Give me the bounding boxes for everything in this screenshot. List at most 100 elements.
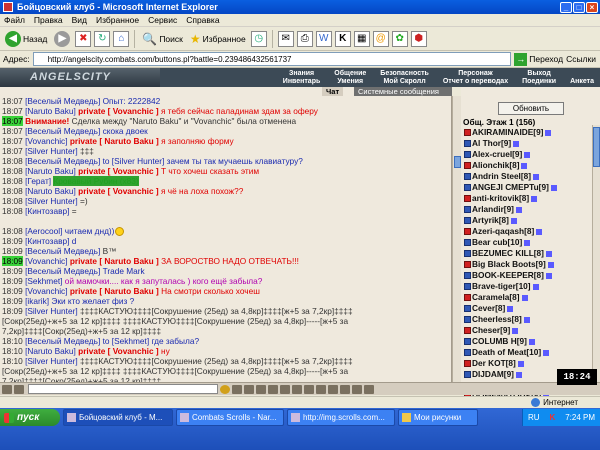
user-list-item[interactable]: Cheser[9] bbox=[464, 325, 590, 336]
info-icon[interactable] bbox=[543, 349, 550, 356]
user-name[interactable]: DIJDAM[9] bbox=[472, 369, 514, 380]
messenger-icon[interactable]: K bbox=[334, 30, 351, 47]
chat-sender[interactable]: [Silver Hunter] bbox=[25, 356, 78, 366]
info-icon[interactable] bbox=[524, 239, 531, 246]
nav-communication[interactable]: Общение bbox=[334, 70, 366, 78]
chat-sender[interactable]: [Naruto Baku] bbox=[25, 186, 76, 196]
user-list-item[interactable]: Bear cub[10] bbox=[464, 237, 590, 248]
info-icon[interactable] bbox=[550, 184, 557, 191]
info-icon[interactable] bbox=[545, 129, 552, 136]
user-name[interactable]: Cever[8] bbox=[472, 303, 505, 314]
chat-sender[interactable]: [Герат] bbox=[25, 176, 51, 186]
info-icon[interactable] bbox=[515, 206, 522, 213]
chat-private-tag[interactable]: private [ Vovanchic ] bbox=[78, 186, 159, 196]
user-list-item[interactable]: BOOK-KEEPER[8] bbox=[464, 270, 590, 281]
start-button[interactable]: пуск bbox=[0, 409, 60, 426]
chat-private-tag[interactable]: private [ Naruto Baku ] bbox=[70, 256, 159, 266]
chat-tool-icon[interactable] bbox=[244, 384, 254, 394]
links-label[interactable]: Ссылки bbox=[566, 54, 596, 64]
edit-icon[interactable]: W bbox=[315, 30, 332, 47]
chat-sender[interactable]: [Vovanchic] bbox=[25, 286, 67, 296]
task-img-scrolls[interactable]: http://img.scrolls.com... bbox=[287, 409, 395, 426]
user-name[interactable]: anti-kritovik[8] bbox=[472, 193, 529, 204]
user-name[interactable]: Brave-tiger[10] bbox=[472, 281, 531, 292]
nav-battles[interactable]: Поединки bbox=[522, 78, 556, 86]
language-indicator[interactable]: RU bbox=[528, 413, 540, 422]
chat-tool-icon[interactable] bbox=[340, 384, 350, 394]
user-list-item[interactable]: Big Black Boots[9] bbox=[464, 259, 590, 270]
user-list-item[interactable]: anti-kritovik[8] bbox=[464, 193, 590, 204]
task-combats-scrolls[interactable]: Combats Scrolls - Nar... bbox=[176, 409, 284, 426]
custom3-icon[interactable]: ⬢ bbox=[410, 30, 427, 47]
chat-sender[interactable]: [Веселый Медведь] bbox=[25, 246, 100, 256]
user-name[interactable]: ANGEJI CMEPTu[9] bbox=[472, 182, 549, 193]
chat-sender[interactable]: [Vovanchic] bbox=[25, 136, 67, 146]
chat-sender[interactable]: [Веселый Медведь] bbox=[25, 126, 100, 136]
user-list-item[interactable]: Arlandir[9] bbox=[464, 204, 590, 215]
chat-sender[interactable]: [Кинтозавр] bbox=[25, 236, 69, 246]
chat-sender[interactable]: [Vovanchic] bbox=[25, 256, 67, 266]
menu-file[interactable]: Файл bbox=[4, 15, 25, 25]
chat-sender[interactable]: [Кинтозавр] bbox=[25, 206, 69, 216]
favorites-button[interactable]: ★ Избранное bbox=[188, 29, 248, 49]
chat-sender[interactable]: [Silver Hunter] bbox=[25, 146, 78, 156]
chat-tool-icon[interactable] bbox=[232, 384, 242, 394]
user-list-item[interactable]: Caramela[8] bbox=[464, 292, 590, 303]
info-icon[interactable] bbox=[547, 261, 554, 268]
chat-private-tag[interactable]: private [ Naruto Baku ] bbox=[70, 286, 159, 296]
chat-tool-icon[interactable] bbox=[316, 384, 326, 394]
chat-sender[interactable]: [Aerocool] bbox=[25, 226, 62, 236]
smiley-icon[interactable] bbox=[220, 384, 230, 394]
menu-edit[interactable]: Правка bbox=[34, 15, 63, 25]
user-name[interactable]: Death of Meat[10] bbox=[472, 347, 541, 358]
info-icon[interactable] bbox=[507, 305, 514, 312]
custom2-icon[interactable]: ✿ bbox=[391, 30, 408, 47]
user-list-item[interactable]: Azeri-qaqash[8] bbox=[464, 226, 590, 237]
chat-sender[interactable]: [Silver Hunter] bbox=[25, 196, 78, 206]
info-icon[interactable] bbox=[513, 140, 520, 147]
menu-tools[interactable]: Сервис bbox=[148, 15, 177, 25]
chat-tool-icon[interactable] bbox=[14, 384, 24, 394]
user-name[interactable]: Artyrik[8] bbox=[472, 215, 509, 226]
chat-tool-icon[interactable] bbox=[268, 384, 278, 394]
minimize-button[interactable]: _ bbox=[560, 1, 572, 13]
user-name[interactable]: AKIRAMINAIDE[9] bbox=[472, 127, 543, 138]
user-list-item[interactable]: Artyrik[8] bbox=[464, 215, 590, 226]
nav-security[interactable]: Безопасность bbox=[380, 70, 429, 78]
history-icon[interactable]: ◷ bbox=[250, 30, 267, 47]
custom-icon[interactable]: @ bbox=[372, 30, 389, 47]
user-name[interactable]: Azeri-qaqash[8] bbox=[472, 226, 534, 237]
user-list-item[interactable]: ANGEJI CMEPTu[9] bbox=[464, 182, 590, 193]
chat-sender[interactable]: [Silver Hunter] bbox=[25, 306, 78, 316]
user-list-item[interactable]: AKIRAMINAIDE[9] bbox=[464, 127, 590, 138]
user-name[interactable]: BOOK-KEEPER[8] bbox=[472, 270, 544, 281]
search-button[interactable]: 🔍 Поиск bbox=[140, 29, 185, 49]
info-icon[interactable] bbox=[521, 294, 528, 301]
user-name[interactable]: Caramela[8] bbox=[472, 292, 520, 303]
user-name[interactable]: Der KOT[8] bbox=[472, 358, 516, 369]
chat-tool-icon[interactable] bbox=[2, 384, 12, 394]
home-icon[interactable]: ⌂ bbox=[113, 30, 130, 47]
nav-exit[interactable]: Выход bbox=[522, 70, 556, 78]
chat-tool-icon[interactable] bbox=[256, 384, 266, 394]
user-list-item[interactable]: Der KOT[8] bbox=[464, 358, 590, 369]
info-icon[interactable] bbox=[523, 316, 530, 323]
chat-sender[interactable]: [Naruto Baku] bbox=[25, 106, 76, 116]
info-icon[interactable] bbox=[517, 360, 524, 367]
user-list-item[interactable]: Brave-tiger[10] bbox=[464, 281, 590, 292]
info-icon[interactable] bbox=[531, 195, 538, 202]
info-icon[interactable] bbox=[533, 173, 540, 180]
nav-knowledge[interactable]: Знания bbox=[283, 70, 321, 78]
user-list-item[interactable]: BEZUMEC KILL[8] bbox=[464, 248, 590, 259]
mail-icon[interactable]: ✉ bbox=[277, 30, 294, 47]
user-name[interactable]: Cheser[9] bbox=[472, 325, 510, 336]
chat-scrollbar[interactable] bbox=[452, 96, 461, 382]
user-list-item[interactable]: Andrin Steel[8] bbox=[464, 171, 590, 182]
chat-private-tag[interactable]: private [ Vovanchic ] bbox=[78, 106, 159, 116]
info-icon[interactable] bbox=[532, 283, 539, 290]
user-list-item[interactable]: Alex-cruel[9] bbox=[464, 149, 590, 160]
user-name[interactable]: Andrin Steel[8] bbox=[472, 171, 531, 182]
user-name[interactable]: Alionchik[8] bbox=[472, 160, 519, 171]
tab-chat[interactable]: Чат bbox=[322, 87, 344, 96]
user-name[interactable]: Bear cub[10] bbox=[472, 237, 522, 248]
